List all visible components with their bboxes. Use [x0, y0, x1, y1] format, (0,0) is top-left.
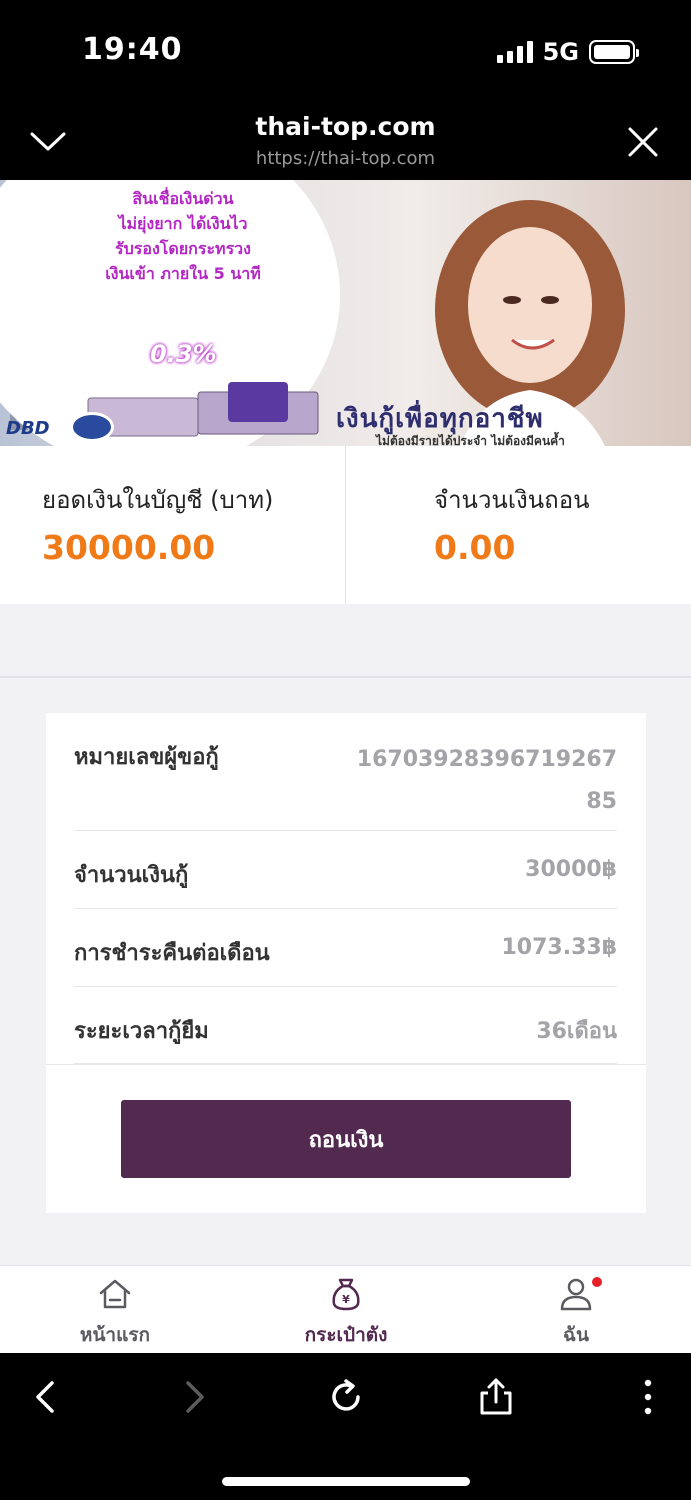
detail-row-loan-term: ระยะเวลากู้ยืม 36เดือน	[74, 987, 617, 1064]
account-balance-label: ยอดเงินในบัญชี (บาท)	[42, 486, 274, 514]
banner-headline: สินเชื่อเงินด่วน ไม่ยุ่งยาก ได้เงินไว รั…	[58, 186, 308, 286]
ministry-seal-icon	[70, 412, 114, 442]
banner-headline-line: สินเชื่อเงินด่วน	[132, 189, 234, 208]
status-time: 19:40	[82, 32, 183, 67]
svg-text:¥: ¥	[342, 1293, 350, 1306]
promo-banner[interactable]: สินเชื่อเงินด่วน ไม่ยุ่งยาก ได้เงินไว รั…	[0, 180, 691, 446]
detail-value: 30000฿	[525, 857, 617, 882]
notification-dot	[592, 1277, 602, 1287]
detail-label: ระยะเวลากู้ยืม	[74, 1019, 209, 1044]
back-icon[interactable]	[24, 1375, 68, 1419]
browser-header: thai-top.com https://thai-top.com	[0, 104, 691, 180]
reload-icon[interactable]	[324, 1375, 368, 1419]
detail-value: 1670392839671926785	[356, 747, 617, 814]
section-divider	[0, 676, 691, 678]
battery-icon	[589, 40, 639, 64]
forward-icon[interactable]	[172, 1375, 216, 1419]
banner-rate: 0.3%	[150, 340, 217, 368]
withdraw-amount-label: จำนวนเงินถอน	[434, 486, 590, 514]
withdraw-button[interactable]: ถอนเงิน	[121, 1100, 571, 1178]
browser-url: https://thai-top.com	[255, 148, 436, 169]
money-stack-graphic	[87, 382, 319, 437]
share-icon[interactable]	[474, 1375, 518, 1419]
account-balance: ยอดเงินในบัญชี (บาท) 30000.00	[0, 446, 345, 604]
card-divider	[46, 1064, 646, 1065]
banner-headline-line: เงินเข้า ภายใน 5 นาที	[105, 264, 261, 283]
detail-label: หมายเลขผู้ขอกู้	[74, 745, 219, 770]
network-type: 5G	[542, 38, 579, 66]
detail-row-applicant-id: หมายเลขผู้ขอกู้ 1670392839671926785	[74, 713, 617, 831]
tab-wallet[interactable]: ¥ กระเป๋าตัง	[266, 1266, 426, 1354]
detail-label: จำนวนเงินกู้	[74, 863, 189, 888]
browser-title: thai-top.com	[255, 112, 436, 141]
withdraw-amount-value: 0.00	[434, 528, 516, 567]
banner-headline-line: รับรองโดยกระทรวง	[115, 239, 251, 258]
tab-label: ฉัน	[563, 1324, 589, 1346]
home-icon	[99, 1279, 131, 1309]
bottom-tab-bar: หน้าแรก ¥ กระเป๋าตัง ฉัน	[0, 1265, 691, 1353]
user-icon	[560, 1278, 592, 1311]
dbd-logo: DBD	[6, 418, 50, 439]
account-balance-value: 30000.00	[42, 528, 216, 567]
detail-value: 1073.33฿	[501, 935, 617, 960]
tab-me[interactable]: ฉัน	[496, 1266, 656, 1354]
detail-value: 36เดือน	[536, 1019, 617, 1044]
signal-icon	[496, 41, 533, 63]
status-indicators: 5G	[496, 38, 639, 66]
withdraw-amount: จำนวนเงินถอน 0.00	[345, 446, 690, 604]
balance-panel: ยอดเงินในบัญชี (บาท) 30000.00 จำนวนเงินถ…	[0, 446, 691, 604]
detail-row-monthly-payment: การชำระคืนต่อเดือน 1073.33฿	[74, 909, 617, 987]
tab-label: หน้าแรก	[79, 1324, 151, 1346]
tab-home[interactable]: หน้าแรก	[35, 1266, 195, 1354]
loan-details-card: หมายเลขผู้ขอกู้ 1670392839671926785 จำนว…	[46, 713, 646, 1213]
detail-label: การชำระคืนต่อเดือน	[74, 941, 270, 966]
status-bar: 19:40 5G	[0, 0, 691, 104]
close-icon[interactable]	[623, 122, 663, 162]
banner-headline-line: ไม่ยุ่งยาก ได้เงินไว	[118, 214, 248, 233]
wallet-icon: ¥	[332, 1278, 360, 1311]
detail-row-loan-amount: จำนวนเงินกู้ 30000฿	[74, 831, 617, 909]
tab-label: กระเป๋าตัง	[304, 1324, 388, 1346]
more-icon[interactable]	[626, 1375, 670, 1419]
banner-subline: ไม่ต้องมีรายได้ประจำ ไม่ต้องมีคนค้ำ	[376, 434, 565, 446]
home-indicator[interactable]	[222, 1477, 470, 1486]
